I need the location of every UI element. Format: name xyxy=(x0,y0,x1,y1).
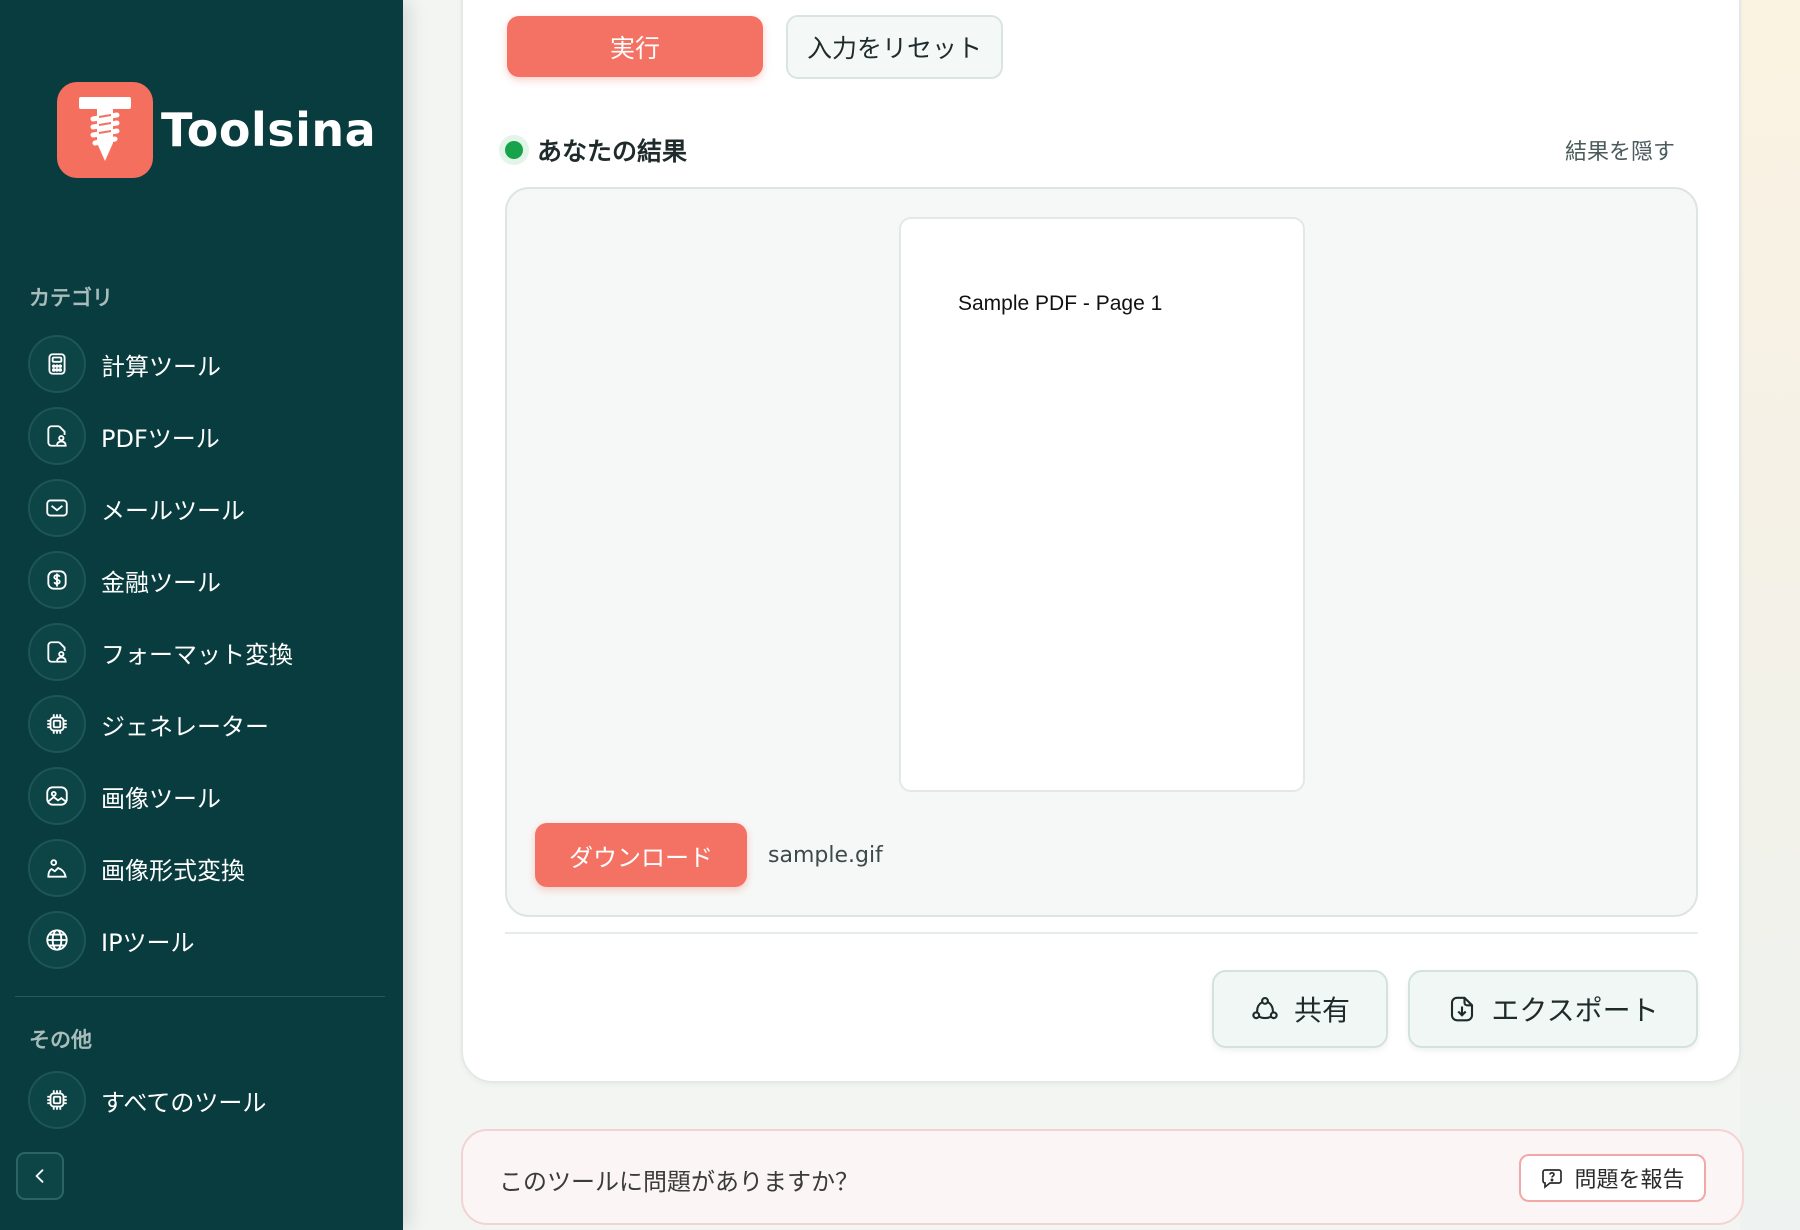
sidebar-item-generator[interactable]: ジェネレーター xyxy=(28,694,388,754)
chip-icon xyxy=(28,695,86,753)
download-button[interactable]: ダウンロード xyxy=(535,823,747,887)
result-title: あなたの結果 xyxy=(537,137,688,166)
report-question: このツールに問題がありますか？ xyxy=(499,1168,859,1196)
sidebar-item-label: フォーマット変換 xyxy=(101,640,293,669)
reset-input-button[interactable]: 入力をリセット xyxy=(786,15,1003,79)
format-convert-icon xyxy=(28,623,86,681)
pdf-file-icon xyxy=(28,407,86,465)
export-file-icon xyxy=(1451,996,1474,1022)
report-button-label: 問題を報告 xyxy=(1574,1168,1685,1193)
sidebar-item-format-convert[interactable]: フォーマット変換 xyxy=(28,622,388,682)
sidebar-item-label: PDFツール xyxy=(101,424,220,453)
sidebar-item-all-tools[interactable]: すべてのツール xyxy=(28,1070,388,1130)
image-icon xyxy=(28,767,86,825)
share-button[interactable]: 共有 xyxy=(1212,970,1388,1048)
brand-logo[interactable]: Toolsina xyxy=(57,82,376,178)
category-heading: カテゴリ xyxy=(29,286,113,310)
output-filename: sample.gif xyxy=(768,843,883,868)
sidebar-item-label: メールツール xyxy=(101,496,245,525)
mail-icon xyxy=(28,479,86,537)
export-label: エクスポート xyxy=(1491,994,1659,1027)
pdf-preview-text: Sample PDF - Page 1 xyxy=(958,292,1163,315)
export-button[interactable]: エクスポート xyxy=(1408,970,1698,1048)
screw-logo-icon xyxy=(57,82,153,178)
sidebar-item-label: 金融ツール xyxy=(101,568,221,597)
sidebar-item-pdf[interactable]: PDFツール xyxy=(28,406,388,466)
chip-icon xyxy=(28,1071,86,1129)
sidebar-item-image[interactable]: 画像ツール xyxy=(28,766,388,826)
sidebar-item-mail[interactable]: メールツール xyxy=(28,478,388,538)
globe-icon xyxy=(28,911,86,969)
sidebar-item-finance[interactable]: 金融ツール xyxy=(28,550,388,610)
chevron-left-icon xyxy=(35,1169,44,1183)
sidebar-item-label: 画像形式変換 xyxy=(101,856,245,885)
status-dot xyxy=(505,141,523,159)
sidebar-item-calculator[interactable]: 計算ツール xyxy=(28,334,388,394)
hide-result-link[interactable]: 結果を隠す xyxy=(1565,134,1675,166)
sidebar-item-label: ジェネレーター xyxy=(101,712,269,741)
sidebar: Toolsina カテゴリ 計算ツール PDFツール メールツール 金融ツール … xyxy=(0,0,403,1230)
sidebar-item-label: 画像ツール xyxy=(101,784,221,813)
sidebar-item-label: 計算ツール xyxy=(101,352,221,381)
sidebar-collapse-button[interactable] xyxy=(16,1152,64,1200)
sidebar-item-label: すべてのツール xyxy=(101,1088,267,1117)
image-convert-icon xyxy=(28,839,86,897)
share-label: 共有 xyxy=(1293,994,1350,1027)
chat-alert-icon xyxy=(1542,1169,1563,1189)
sidebar-divider xyxy=(15,996,385,997)
sidebar-item-image-convert[interactable]: 画像形式変換 xyxy=(28,838,388,898)
sidebar-item-label: IPツール xyxy=(101,928,195,957)
result-divider xyxy=(505,932,1698,934)
result-header: あなたの結果 xyxy=(505,132,687,168)
calculator-icon xyxy=(28,335,86,393)
page-edge-glow xyxy=(1740,0,1800,1230)
brand-name: Toolsina xyxy=(161,103,377,157)
other-heading: その他 xyxy=(29,1028,92,1052)
dollar-icon xyxy=(28,551,86,609)
run-button[interactable]: 実行 xyxy=(507,16,763,77)
report-issue-button[interactable]: 問題を報告 xyxy=(1519,1154,1706,1202)
share-icon xyxy=(1252,996,1278,1020)
sidebar-item-ip[interactable]: IPツール xyxy=(28,910,388,970)
